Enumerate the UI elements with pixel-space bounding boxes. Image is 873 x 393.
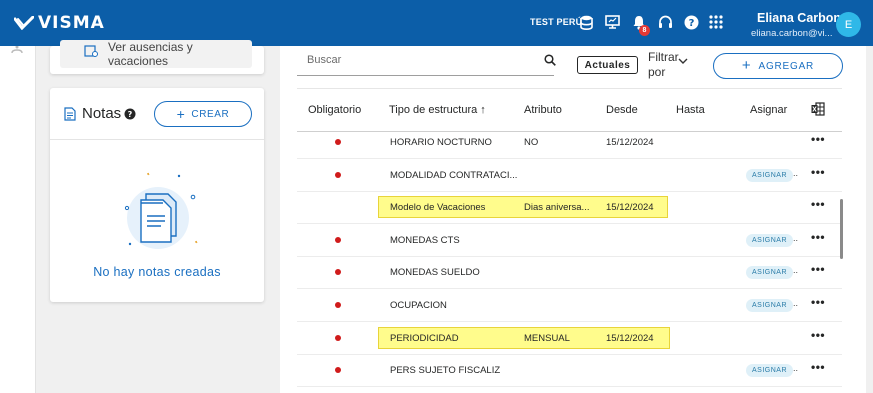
crear-nota-button[interactable]: + CREAR — [154, 101, 252, 127]
asignar-button[interactable]: ASIGNAR — [746, 266, 794, 280]
notas-title: Notas — [82, 105, 122, 122]
table-row[interactable]: HORARIO NOCTURNO NO 15/12/2024 ••• — [297, 132, 842, 159]
column-asignar[interactable]: Asignar — [750, 104, 787, 116]
structures-panel: Buscar Actuales Filtrar por + AGREGAR Ob… — [280, 46, 873, 393]
required-indicator-dot — [335, 302, 341, 308]
asignar-overflow: .. — [793, 265, 799, 276]
asignar-overflow: .. — [793, 363, 799, 374]
page-edge — [866, 46, 873, 393]
notification-badge: 8 — [639, 25, 650, 36]
required-indicator-dot — [335, 139, 341, 145]
table-row[interactable]: PERIODICIDAD MENSUAL 15/12/2024 ••• — [297, 322, 842, 355]
column-hasta[interactable]: Hasta — [676, 104, 705, 116]
column-atributo[interactable]: Atributo — [524, 104, 562, 116]
ausencias-card: Ver ausencias y vacaciones — [50, 40, 264, 74]
more-options-icon[interactable]: ••• — [811, 224, 825, 250]
more-options-icon[interactable]: ••• — [811, 322, 825, 348]
more-options-icon[interactable]: ••• — [811, 289, 825, 315]
more-options-icon[interactable]: ••• — [811, 159, 825, 185]
cell-atributo: NO — [524, 137, 539, 148]
asignar-overflow: .. — [793, 232, 799, 243]
ver-ausencias-link[interactable]: Ver ausencias y vacaciones — [60, 40, 252, 68]
svg-text:?: ? — [128, 110, 133, 119]
notas-header: Notas ? + CREAR — [50, 88, 264, 140]
cell-tipo-estructura: MONEDAS SUELDO — [390, 267, 480, 279]
filtrar-por-dropdown[interactable]: Filtrar por — [648, 50, 682, 80]
notas-card: Notas ? + CREAR No hay notas creadas — [50, 88, 264, 302]
brand-name: VISMA — [38, 13, 105, 33]
apps-grid-icon[interactable] — [707, 13, 725, 31]
help-icon[interactable]: ? — [682, 13, 700, 31]
cell-desde: 15/12/2024 — [606, 332, 654, 344]
table-row[interactable]: OCUPACION ASIGNAR.. ••• — [297, 289, 842, 322]
more-options-icon[interactable]: ••• — [811, 354, 825, 380]
required-indicator-dot — [335, 334, 341, 341]
asignar-overflow: .. — [793, 167, 799, 178]
cell-tipo-estructura: PERIODICIDAD — [390, 332, 459, 344]
ausencias-label: Ver ausencias y vacaciones — [108, 40, 193, 68]
more-options-icon[interactable]: ••• — [811, 191, 825, 217]
column-desde[interactable]: Desde — [606, 104, 638, 116]
required-indicator-dot — [335, 367, 341, 374]
required-indicator-dot — [335, 236, 341, 243]
cell-desde: 15/12/2024 — [606, 202, 654, 214]
environment-label: TEST PERÚ — [530, 17, 583, 27]
table-row[interactable]: Modelo de Vacaciones Dias aniversa... 15/1… — [297, 191, 842, 225]
empty-notes-illustration — [124, 172, 198, 249]
empty-notes-message: No hay notas creadas — [93, 265, 221, 279]
cell-tipo-estructura: Modelo de Vacaciones — [390, 202, 486, 214]
search-field[interactable]: Buscar — [297, 46, 556, 76]
cell-atributo: Dias aniversa... — [524, 202, 590, 214]
left-rail — [0, 46, 36, 393]
asignar-overflow: .. — [793, 298, 799, 308]
user-avatar[interactable]: E — [836, 12, 861, 37]
cell-atributo: MENSUAL — [524, 332, 570, 344]
svg-text:?: ? — [688, 18, 694, 29]
excel-export-icon[interactable] — [811, 102, 825, 116]
plus-icon: + — [176, 106, 186, 122]
agregar-label: AGREGAR — [758, 60, 815, 72]
agregar-button[interactable]: + AGREGAR — [713, 53, 843, 79]
visma-logo[interactable]: VISMA — [14, 13, 105, 33]
headset-icon[interactable] — [656, 13, 674, 31]
person-icon[interactable] — [11, 46, 23, 54]
actuales-filter-chip[interactable]: Actuales — [577, 56, 638, 74]
chevron-down-icon[interactable] — [678, 58, 688, 65]
table-header: Obligatorio Tipo de estructura ↑ Atribut… — [297, 88, 842, 132]
table-scrollbar[interactable] — [840, 199, 843, 259]
user-name[interactable]: Eliana Carbon — [757, 11, 841, 25]
monitor-icon[interactable] — [603, 13, 621, 31]
table-row[interactable]: MODALIDAD CONTRATACI... ASIGNAR.. ••• — [297, 159, 842, 192]
column-obligatorio[interactable]: Obligatorio — [308, 104, 361, 116]
cell-tipo-estructura: OCUPACION — [390, 300, 447, 311]
cell-tipo-estructura: MODALIDAD CONTRATACI... — [390, 169, 518, 181]
plus-icon: + — [741, 57, 752, 74]
asignar-button[interactable]: ASIGNAR — [746, 364, 794, 378]
more-options-icon[interactable]: ••• — [811, 256, 825, 282]
required-indicator-dot — [335, 171, 341, 178]
table-body: HORARIO NOCTURNO NO 15/12/2024 ••• MODALIDAD… — [297, 132, 842, 393]
more-options-icon[interactable]: ••• — [811, 132, 825, 152]
cell-tipo-estructura: HORARIO NOCTURNO — [390, 137, 492, 148]
search-icon[interactable] — [544, 54, 556, 66]
table-row[interactable]: PERS SUJETO FISCALIZ ASIGNAR.. ••• — [297, 354, 842, 388]
column-tipo-estructura[interactable]: Tipo de estructura ↑ — [389, 104, 486, 116]
database-icon[interactable] — [577, 13, 595, 31]
cell-desde: 15/12/2024 — [606, 137, 654, 148]
calendar-icon — [84, 45, 98, 57]
visma-swoosh-icon — [14, 16, 34, 30]
required-indicator-dot — [335, 269, 341, 276]
asignar-button[interactable]: ASIGNAR — [746, 299, 794, 312]
document-icon — [64, 107, 76, 121]
table-row[interactable]: MONEDAS SUELDO ASIGNAR.. ••• — [297, 256, 842, 290]
user-email: eliana.carbon@vi... — [751, 28, 833, 39]
cell-tipo-estructura: PERS SUJETO FISCALIZ — [390, 365, 501, 377]
search-placeholder: Buscar — [307, 54, 342, 66]
cell-tipo-estructura: MONEDAS CTS — [390, 234, 460, 246]
crear-label: CREAR — [191, 108, 230, 120]
help-circle-icon[interactable]: ? — [124, 108, 136, 120]
asignar-button[interactable]: ASIGNAR — [746, 168, 794, 182]
asignar-button[interactable]: ASIGNAR — [746, 233, 794, 247]
table-row[interactable]: MONEDAS CTS ASIGNAR.. ••• — [297, 224, 842, 257]
